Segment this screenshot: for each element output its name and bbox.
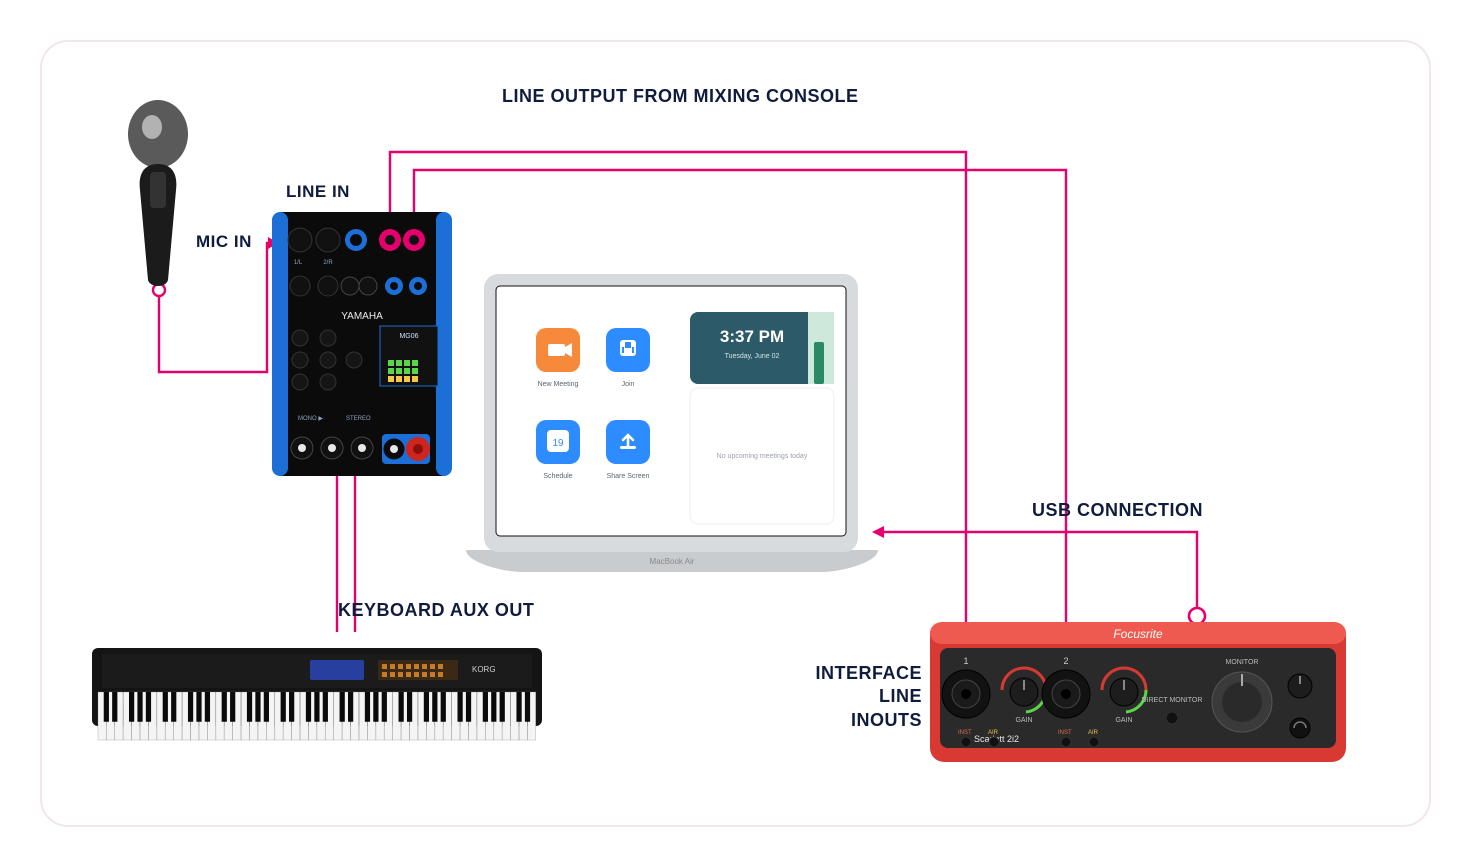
label-line-in: LINE IN [286, 182, 350, 202]
label-keyboard-aux-out: KEYBOARD AUX OUT [338, 600, 534, 621]
label-line-output: LINE OUTPUT FROM MIXING CONSOLE [502, 86, 859, 107]
wire-mic-to-mixer [159, 243, 278, 372]
svg-text:New Meeting: New Meeting [538, 381, 579, 388]
svg-text:1/L: 1/L [294, 260, 303, 266]
clock-date: Tuesday, June 02 [725, 353, 780, 360]
clock-time: 3:37 PM [720, 327, 784, 346]
mixer-model: MG06 [399, 333, 418, 340]
label-interface-line-inputs: INTERFACE LINE INOUTS [812, 662, 922, 732]
diagram-svg: 1/L 2/R YAMAHA MG06 [42, 42, 1431, 827]
mixer-brand: YAMAHA [341, 311, 383, 322]
keyboard-brand: KORG [472, 665, 496, 674]
svg-text:Join: Join [622, 381, 635, 388]
label-usb-connection: USB CONNECTION [1032, 500, 1203, 521]
svg-text:AIR: AIR [988, 730, 999, 736]
svg-text:INST: INST [1058, 730, 1072, 736]
svg-text:2/R: 2/R [323, 260, 333, 266]
audio-interface: Focusrite Scarlett 2i2 1 GAIN INST [930, 622, 1346, 762]
svg-text:AIR: AIR [1088, 730, 1099, 736]
laptop-brand: MacBook Air [650, 557, 695, 566]
keyboard-instrument: KORG KROSS [92, 648, 542, 740]
svg-text:1: 1 [963, 656, 968, 666]
svg-text:INST: INST [958, 730, 972, 736]
mixing-console: 1/L 2/R YAMAHA MG06 [272, 212, 452, 476]
svg-text:STEREO: STEREO [346, 416, 371, 422]
wire-usb [874, 532, 1197, 616]
svg-text:19: 19 [552, 438, 564, 449]
svg-text:MONITOR: MONITOR [1226, 659, 1259, 666]
svg-text:Schedule: Schedule [543, 473, 572, 480]
no-meetings-text: No upcoming meetings today [717, 453, 808, 460]
svg-text:Share Screen: Share Screen [607, 473, 650, 480]
svg-text:DIRECT MONITOR: DIRECT MONITOR [1142, 697, 1203, 704]
interface-brand: Focusrite [1113, 627, 1163, 641]
audio-routing-diagram: 1/L 2/R YAMAHA MG06 [0, 0, 1471, 867]
microphone [128, 100, 188, 286]
svg-text:MONO ▶: MONO ▶ [298, 416, 323, 422]
laptop: MacBook Air 3:37 PM Tuesday, June 02 No … [466, 274, 878, 572]
piano-keys [98, 692, 536, 740]
label-mic-in: MIC IN [196, 232, 252, 252]
svg-text:GAIN: GAIN [1015, 717, 1032, 724]
svg-text:GAIN: GAIN [1115, 717, 1132, 724]
svg-text:2: 2 [1063, 656, 1068, 666]
diagram-canvas: 1/L 2/R YAMAHA MG06 [40, 40, 1431, 827]
